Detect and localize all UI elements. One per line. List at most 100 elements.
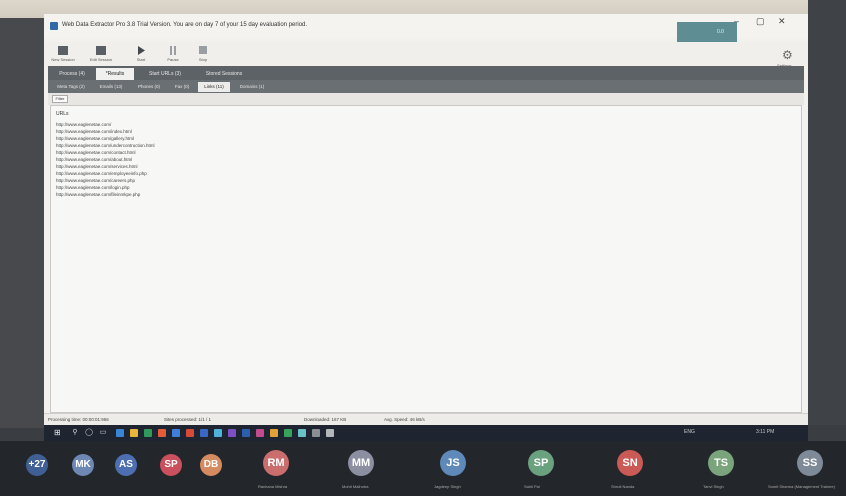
participant-name: Shruti Nanda xyxy=(611,484,635,489)
status-bar: Processing time: 00:00:01:956 Sites proc… xyxy=(44,413,808,425)
meeting-participants-strip: +27 MK AS SP DB RM Rachana Mishra MM Moh… xyxy=(0,441,846,496)
participant-avatar[interactable]: SN xyxy=(617,450,643,476)
participant-name: Sumit Sharma (Management Trainee) xyxy=(768,484,835,489)
taskbar-app-icon[interactable] xyxy=(256,429,264,437)
info-panel: 0.0 xyxy=(677,22,737,42)
taskbar-app-icon[interactable] xyxy=(158,429,166,437)
list-item[interactable]: http://www.eaglenetae.com/fileinmkpe.php xyxy=(56,192,140,197)
play-icon xyxy=(138,46,145,55)
stop-label: Stop xyxy=(198,57,208,62)
taskbar-app-icon[interactable] xyxy=(130,429,138,437)
list-item[interactable]: http://www.eaglenetae.com/careers.php xyxy=(56,178,135,183)
taskbar-app-icon[interactable] xyxy=(116,429,124,437)
subtab-links[interactable]: Links (11) xyxy=(198,82,230,92)
windows-taskbar: ⊞ ⚲ ◯ ▭ ENG 3:11 PM xyxy=(44,425,808,441)
status-sites-processed: Sites processed: 1/1 / 1 xyxy=(164,417,212,422)
results-sub-tabs: Meta Tags (2) Emails (13) Phones (0) Fax… xyxy=(48,80,804,93)
tab-start-urls[interactable]: Start URLs (3) xyxy=(140,68,190,80)
participant-name: Tanvi Singh xyxy=(703,484,724,489)
toolbar: New Session Edit Session Start Pause Sto… xyxy=(44,42,808,68)
task-switch-icon[interactable]: ▭ xyxy=(98,428,108,438)
task-view-icon[interactable]: ◯ xyxy=(84,428,94,438)
tab-process[interactable]: Process (4) xyxy=(52,68,92,80)
taskbar-app-icon[interactable] xyxy=(144,429,152,437)
title-bar: Web Data Extractor Pro 3.8 Trial Version… xyxy=(44,14,808,42)
taskbar-app-icon[interactable] xyxy=(228,429,236,437)
search-icon[interactable]: ⚲ xyxy=(70,428,80,438)
settings-gear-icon[interactable]: ⚙ xyxy=(782,48,796,62)
new-session-icon xyxy=(58,46,68,55)
list-item[interactable]: http://www.eaglenetae.com/undercontructi… xyxy=(56,143,155,148)
subtab-emails[interactable]: Emails (13) xyxy=(94,82,128,92)
status-processing-time: Processing time: 00:00:01:956 xyxy=(48,417,109,422)
list-item[interactable]: http://www.eaglenetae.com/gallery.html xyxy=(56,136,134,141)
taskbar-app-icon[interactable] xyxy=(312,429,320,437)
tab-stored-sessions[interactable]: Stored Sessions xyxy=(196,68,252,80)
list-item[interactable]: http://www.eaglenetae.com/index.html xyxy=(56,129,132,134)
info-panel-text: 0.0 xyxy=(717,29,724,35)
participant-avatar[interactable]: SP xyxy=(528,450,554,476)
participant-avatar[interactable]: JS xyxy=(440,450,466,476)
close-button[interactable]: ✕ xyxy=(778,16,786,27)
taskbar-app-icon[interactable] xyxy=(284,429,292,437)
subtab-phones[interactable]: Phones (0) xyxy=(132,82,166,92)
participant-name: Rachana Mishra xyxy=(258,484,288,489)
participant-avatar[interactable]: DB xyxy=(200,454,222,476)
list-item[interactable]: http://www.eaglenetae.com/services.html xyxy=(56,164,138,169)
list-item[interactable]: http://www.eaglenetae.com/contact.html xyxy=(56,150,136,155)
taskbar-clock[interactable]: 3:11 PM xyxy=(756,429,774,435)
participant-name: Mohit Malhotra xyxy=(342,484,369,489)
monitor-bezel-right xyxy=(808,0,846,425)
maximize-button[interactable]: ▢ xyxy=(756,16,765,27)
participant-avatar[interactable]: MK xyxy=(72,454,94,476)
taskbar-app-icon[interactable] xyxy=(214,429,222,437)
minimize-button[interactable]: – xyxy=(734,16,739,26)
filter-row: Filter xyxy=(48,93,804,105)
status-avg-speed: Avg. Speed: 46 kB/s xyxy=(384,417,425,422)
participant-name: Jagdeep Singh xyxy=(434,484,461,489)
app-icon xyxy=(50,22,58,30)
start-label: Start xyxy=(136,57,146,62)
urls-column-header[interactable]: URLs xyxy=(56,111,69,117)
taskbar-app-icon[interactable] xyxy=(172,429,180,437)
edit-session-button[interactable]: Edit Session xyxy=(84,45,118,65)
results-list: URLs http://www.eaglenetae.com/ http://w… xyxy=(50,105,802,413)
system-tray[interactable]: ENG xyxy=(684,429,695,435)
subtab-fax[interactable]: Fax (0) xyxy=(170,82,194,92)
pause-button[interactable]: Pause xyxy=(156,45,190,65)
tab-results[interactable]: *Results xyxy=(96,68,134,80)
edit-session-label: Edit Session xyxy=(89,57,113,62)
participant-avatar[interactable]: MM xyxy=(348,450,374,476)
new-session-button[interactable]: New Session xyxy=(46,45,80,65)
taskbar-app-icon[interactable] xyxy=(298,429,306,437)
subtab-meta-tags[interactable]: Meta Tags (2) xyxy=(52,82,90,92)
new-session-label: New Session xyxy=(51,57,75,62)
start-button[interactable]: Start xyxy=(124,45,158,65)
filter-button[interactable]: Filter xyxy=(52,95,68,103)
taskbar-app-icon[interactable] xyxy=(200,429,208,437)
subtab-domains[interactable]: Domains (1) xyxy=(234,82,270,92)
list-item[interactable]: http://www.eaglenetae.com/about.html xyxy=(56,157,132,162)
window-title: Web Data Extractor Pro 3.8 Trial Version… xyxy=(62,22,308,28)
participant-avatar[interactable]: AS xyxy=(115,454,137,476)
stop-icon xyxy=(199,46,207,54)
taskbar-app-icon[interactable] xyxy=(270,429,278,437)
pause-label: Pause xyxy=(167,57,179,62)
list-item[interactable]: http://www.eaglenetae.com/login.php xyxy=(56,185,130,190)
taskbar-app-icon[interactable] xyxy=(186,429,194,437)
list-item[interactable]: http://www.eaglenetae.com/ xyxy=(56,122,111,127)
taskbar-app-icon[interactable] xyxy=(326,429,334,437)
participant-avatar[interactable]: +27 xyxy=(26,454,48,476)
pause-icon xyxy=(170,46,176,55)
participant-name: Sahil Pal xyxy=(524,484,540,489)
list-item[interactable]: http://www.eaglenetae.com/employeeinfo.p… xyxy=(56,171,147,176)
participant-avatar[interactable]: SP xyxy=(160,454,182,476)
participant-avatar[interactable]: SS xyxy=(797,450,823,476)
stop-button[interactable]: Stop xyxy=(186,45,220,65)
main-tab-bar: Process (4) *Results Start URLs (3) Stor… xyxy=(48,66,804,80)
windows-start-icon[interactable]: ⊞ xyxy=(54,429,62,437)
participant-avatar[interactable]: TS xyxy=(708,450,734,476)
taskbar-app-icon[interactable] xyxy=(242,429,250,437)
participant-avatar[interactable]: RM xyxy=(263,450,289,476)
web-data-extractor-window: Web Data Extractor Pro 3.8 Trial Version… xyxy=(44,14,808,425)
